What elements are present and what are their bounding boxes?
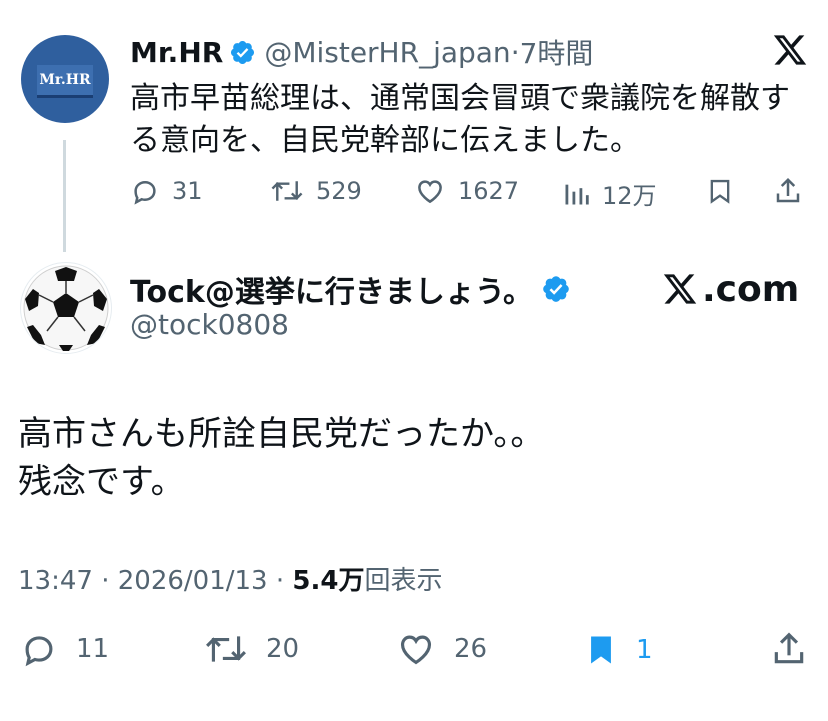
meta-separator: · <box>275 566 285 596</box>
quoted-like-count: 1627 <box>458 177 520 205</box>
quoted-share-button[interactable] <box>773 176 803 206</box>
x-logo-icon <box>663 274 697 304</box>
reply-icon <box>25 636 53 667</box>
quoted-retweet-count: 529 <box>316 177 362 205</box>
quoted-handle[interactable]: @MisterHR_japan <box>264 36 510 69</box>
main-action-bar: 11 20 26 1 <box>18 626 818 674</box>
soccer-ball-avatar <box>23 265 109 351</box>
reply-count: 11 <box>76 634 110 664</box>
x-logo-icon[interactable] <box>770 32 810 68</box>
quoted-reply-count: 31 <box>172 177 203 205</box>
quoted-views-button[interactable]: 12万 <box>562 176 657 211</box>
reply-icon <box>134 180 156 205</box>
main-tweet-text: 高市さんも所詮自民党だったか。。 残念です。 <box>18 410 808 506</box>
reply-button[interactable]: 11 <box>20 630 109 668</box>
quoted-view-count: 12万 <box>602 182 657 210</box>
view-label: 回表示 <box>364 566 443 596</box>
main-tweet-line-1: 高市さんも所詮自民党だったか。。 <box>18 414 545 454</box>
thread-connector <box>63 140 66 252</box>
quoted-like-button[interactable]: 1627 <box>414 176 519 206</box>
like-icon <box>418 180 442 204</box>
view-count[interactable]: 5.4万 <box>292 566 364 596</box>
share-button[interactable] <box>770 630 808 668</box>
retweet-count: 20 <box>266 634 300 664</box>
like-icon <box>400 635 432 665</box>
tweet-time[interactable]: 13:47 <box>18 566 93 596</box>
share-icon <box>776 177 800 203</box>
views-icon <box>565 184 589 204</box>
bookmark-icon <box>591 636 611 664</box>
quoted-display-name[interactable]: Mr.HR <box>130 36 223 69</box>
main-handle[interactable]: @tock0808 <box>130 308 289 341</box>
bookmark-button[interactable]: 1 <box>584 630 653 670</box>
meta-separator: · <box>101 566 110 596</box>
xcom-label: .com <box>702 268 800 310</box>
retweet-button[interactable]: 20 <box>204 630 299 668</box>
quoted-bookmark-button[interactable] <box>706 176 734 206</box>
quoted-header: Mr.HR @MisterHR_japan · 7時間 <box>130 32 593 72</box>
tweet-date[interactable]: 2026/01/13 <box>118 566 268 596</box>
avatar-logo-text: Mr.HR <box>37 65 93 98</box>
retweet-icon <box>206 636 246 662</box>
bookmark-count: 1 <box>636 635 653 665</box>
quoted-action-bar: 31 529 1627 12万 <box>130 172 810 212</box>
bookmark-icon <box>710 179 730 204</box>
quoted-reply-button[interactable]: 31 <box>130 176 203 206</box>
verified-badge-icon <box>231 40 255 64</box>
like-count: 26 <box>454 634 488 664</box>
tweet-meta: 13:47 · 2026/01/13 · 5.4万回表示 <box>18 560 442 597</box>
main-avatar[interactable] <box>20 262 112 354</box>
xcom-watermark: .com <box>660 266 799 312</box>
quoted-avatar[interactable]: Mr.HR <box>21 35 109 123</box>
quoted-tweet-text: 高市早苗総理は、通常国会冒頭で衆議院を解散する意向を、自民党幹部に伝えました。 <box>130 81 790 158</box>
quoted-retweet-button[interactable]: 529 <box>270 176 362 206</box>
quoted-time[interactable]: 7時間 <box>520 32 594 72</box>
verified-badge-icon <box>543 276 569 302</box>
like-button[interactable]: 26 <box>396 630 487 668</box>
main-display-name[interactable]: Tock@選挙に行きましょう。 <box>130 267 533 311</box>
retweet-icon <box>271 181 303 201</box>
header-separator: · <box>510 35 520 69</box>
main-display-name-row: Tock@選挙に行きましょう。 <box>130 268 579 310</box>
main-tweet-line-2: 残念です。 <box>18 462 185 502</box>
share-icon <box>774 632 804 664</box>
